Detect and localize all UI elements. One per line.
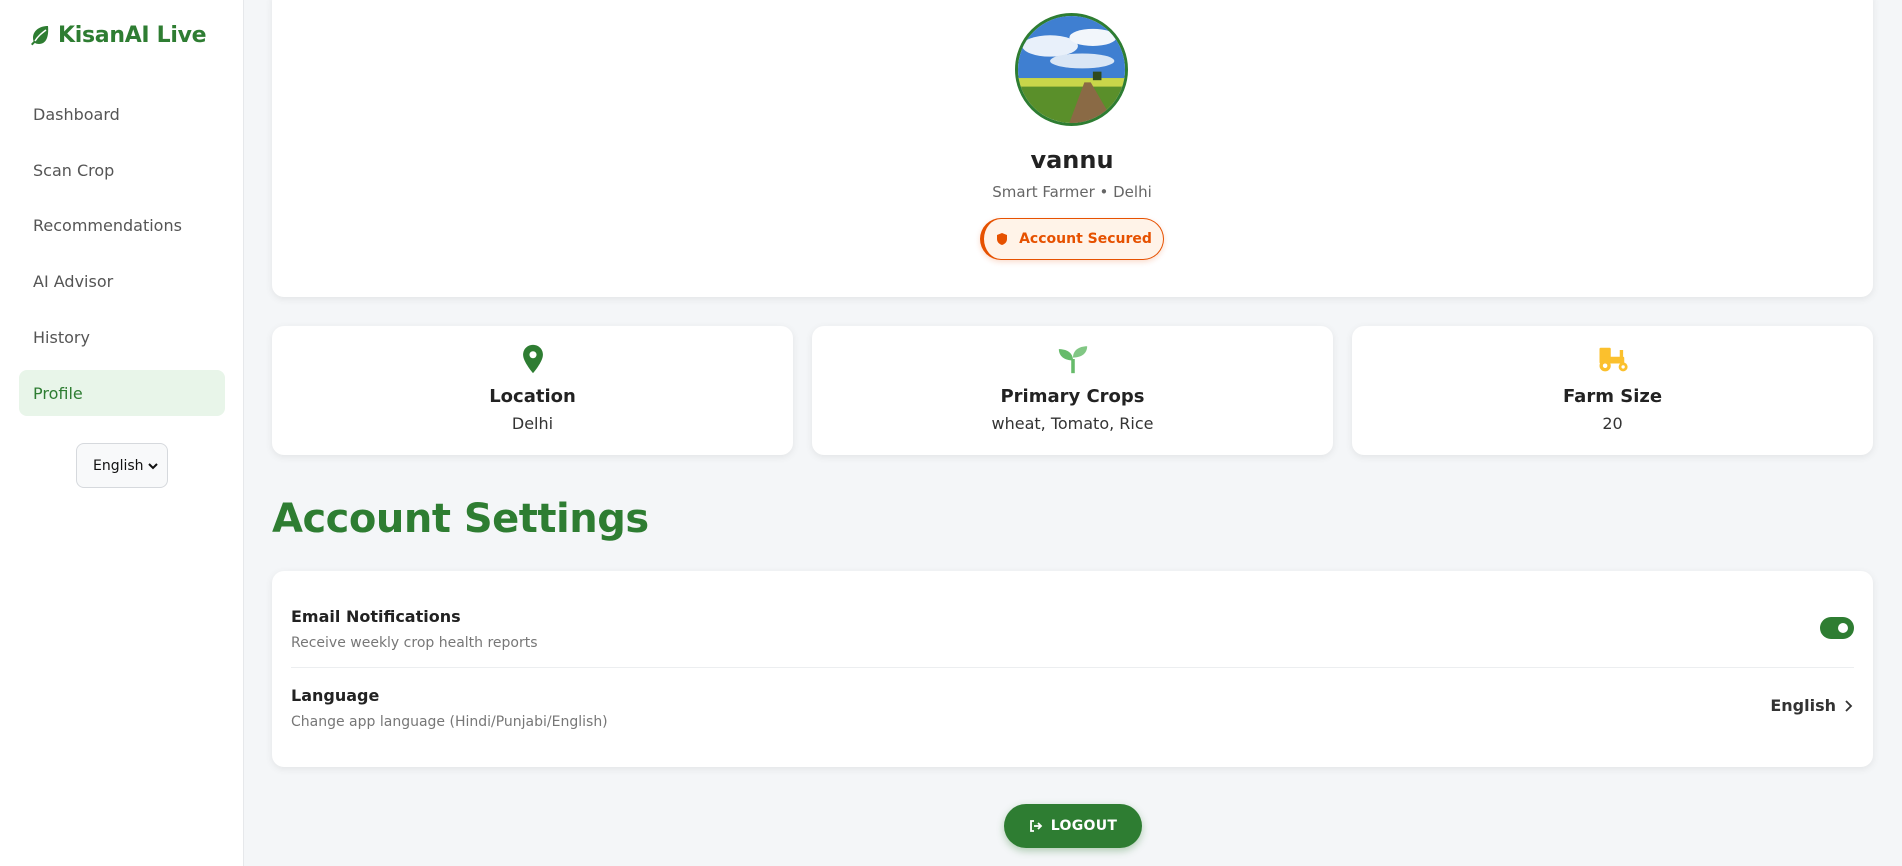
- stat-title: Location: [489, 386, 576, 407]
- language-value[interactable]: English: [1770, 696, 1854, 715]
- stat-title: Farm Size: [1562, 386, 1663, 407]
- language-row[interactable]: Language Change app language (Hindi/Punj…: [291, 668, 1854, 747]
- sidebar-item-ai-advisor[interactable]: AI Advisor: [19, 258, 225, 304]
- badge-label: Account Secured: [1019, 231, 1152, 247]
- email-notifications-toggle[interactable]: [1820, 617, 1854, 639]
- sidebar-item-scan-crop[interactable]: Scan Crop: [19, 147, 225, 193]
- language-value-text: English: [1770, 696, 1836, 715]
- settings-card: Email Notifications Receive weekly crop …: [272, 571, 1873, 767]
- profile-name: vannu: [1030, 146, 1114, 174]
- seedling-icon: [1058, 346, 1087, 374]
- sidebar-item-recommendations[interactable]: Recommendations: [19, 202, 225, 248]
- setting-title: Email Notifications: [291, 607, 461, 626]
- location-card: Location Delhi: [272, 326, 793, 455]
- brand-name: KisanAI Live: [58, 22, 207, 48]
- setting-description: Receive weekly crop health reports: [291, 635, 538, 651]
- account-settings-title: Account Settings: [272, 496, 649, 542]
- brand-logo[interactable]: KisanAI Live: [28, 20, 207, 50]
- sidebar-item-history[interactable]: History: [19, 314, 225, 360]
- location-pin-icon: [522, 344, 543, 374]
- logout-label: LOGOUT: [1050, 818, 1118, 834]
- stat-title: Primary Crops: [1000, 386, 1145, 407]
- shield-icon: [997, 233, 1008, 245]
- profile-subtitle: Smart Farmer • Delhi: [992, 183, 1152, 201]
- tractor-icon: [1599, 347, 1628, 372]
- sidebar-item-dashboard[interactable]: Dashboard: [19, 91, 225, 137]
- stat-value: wheat, Tomato, Rice: [991, 414, 1154, 433]
- sidebar-item-profile[interactable]: Profile: [19, 370, 225, 416]
- chevron-right-icon: [1845, 699, 1853, 712]
- stat-value: 20: [1602, 414, 1623, 433]
- setting-description: Change app language (Hindi/Punjabi/Engli…: [291, 714, 608, 730]
- primary-crops-card: Primary Crops wheat, Tomato, Rice: [812, 326, 1333, 455]
- leaf-icon: [31, 26, 49, 46]
- stat-value: Delhi: [511, 414, 554, 433]
- language-select-value: English: [93, 457, 144, 474]
- avatar: [1015, 13, 1128, 126]
- logout-icon: [1029, 820, 1043, 832]
- farm-landscape-image: [1018, 16, 1125, 123]
- chevron-down-icon: [148, 462, 158, 469]
- toggle-knob: [1838, 623, 1848, 633]
- email-notifications-row: Email Notifications Receive weekly crop …: [291, 589, 1854, 668]
- logout-button[interactable]: LOGOUT: [1004, 804, 1142, 848]
- setting-title: Language: [291, 686, 380, 705]
- sidebar: KisanAI Live Dashboard Scan Crop Recomme…: [0, 0, 244, 866]
- language-select[interactable]: English: [76, 443, 168, 488]
- account-secured-badge: Account Secured: [980, 218, 1164, 260]
- farm-size-card: Farm Size 20: [1352, 326, 1873, 455]
